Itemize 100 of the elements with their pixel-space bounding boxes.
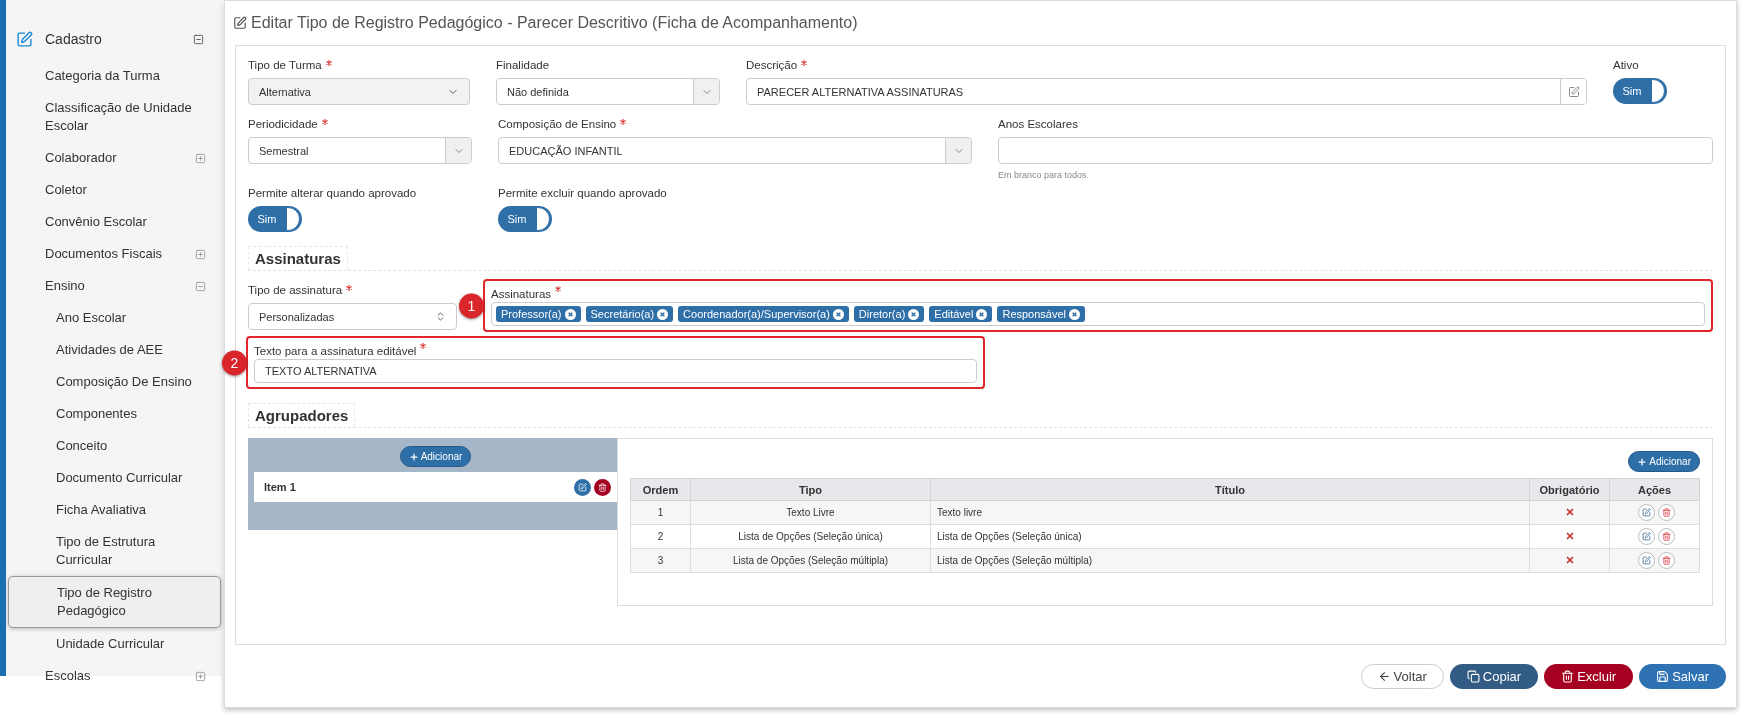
column-header: Ações bbox=[1609, 478, 1700, 501]
sidebar-item[interactable]: Convênio Escolar bbox=[6, 206, 220, 238]
sidebar-item[interactable]: Tipo de Registro Pedagógico bbox=[8, 576, 221, 628]
remove-icon[interactable] bbox=[908, 308, 920, 320]
sidebar-item[interactable]: Documento Curricular bbox=[6, 462, 220, 494]
sidebar-item[interactable]: Escolas bbox=[6, 660, 220, 692]
trash-icon bbox=[1661, 508, 1671, 517]
sidebar-item[interactable]: Colaborador bbox=[6, 142, 220, 174]
edit-icon bbox=[16, 30, 33, 48]
remove-icon[interactable] bbox=[832, 308, 844, 320]
tags-field[interactable]: Professor(a) Secretário(a) Coordenador(a)/Supervisor(a) Diretor(a) Editável Responsável bbox=[491, 302, 1705, 326]
toggle-switch[interactable]: Sim bbox=[1613, 78, 1667, 104]
field-hint: Em branco para todos. bbox=[998, 170, 1091, 180]
sidebar-item[interactable]: Ano Escolar bbox=[6, 302, 220, 334]
table-cell: 3 bbox=[630, 548, 691, 573]
expand-icon[interactable] bbox=[195, 152, 206, 164]
add-button[interactable]: Adicionar bbox=[1628, 451, 1700, 472]
edit-button[interactable] bbox=[1637, 528, 1655, 545]
table-cell: 1 bbox=[630, 500, 691, 525]
text-field[interactable]: PARECER ALTERNATIVA ASSINATURAS bbox=[746, 78, 1587, 105]
toggle-switch[interactable]: Sim bbox=[248, 206, 302, 232]
remove-icon[interactable] bbox=[1069, 308, 1081, 320]
group-item[interactable]: Item 1 bbox=[254, 472, 617, 502]
tag: Coordenador(a)/Supervisor(a) bbox=[678, 306, 849, 322]
section-title: Agrupadores bbox=[248, 403, 356, 427]
trash-icon bbox=[598, 482, 607, 492]
sidebar-item[interactable]: Tipo de Estrutura Curricular bbox=[6, 526, 220, 576]
column-header: Tipo bbox=[690, 478, 931, 501]
column-header: Título bbox=[930, 478, 1530, 501]
edit-button[interactable] bbox=[574, 478, 591, 496]
table-cell: Lista de Opções (Seleção única) bbox=[930, 524, 1530, 549]
edit-icon bbox=[1641, 508, 1651, 517]
back-button[interactable]: Voltar bbox=[1360, 663, 1444, 689]
table-cell: Texto Livre bbox=[690, 500, 931, 525]
text-field[interactable] bbox=[998, 137, 1713, 164]
sidebar-item[interactable]: Ficha Avaliativa bbox=[6, 494, 220, 526]
edit-button[interactable] bbox=[1637, 552, 1655, 569]
callout-number: 1 bbox=[459, 293, 484, 318]
sidebar-item[interactable]: Atividades de AEE bbox=[6, 334, 220, 366]
field-label: Tipo de assinatura bbox=[248, 283, 457, 298]
page-title: Editar Tipo de Registro Pedagógico - Parecer Descritivo (Ficha de Acompanhamento) bbox=[251, 14, 858, 32]
edit-button[interactable] bbox=[1637, 504, 1655, 521]
sidebar-item[interactable]: Componentes bbox=[6, 398, 220, 430]
sidebar-item[interactable]: Categoria da Turma bbox=[6, 60, 220, 92]
remove-icon[interactable] bbox=[564, 308, 576, 320]
save-button[interactable]: Salvar bbox=[1639, 663, 1726, 689]
copy-button[interactable]: Copiar bbox=[1449, 663, 1539, 689]
sidebar-item[interactable]: Classificação de Unidade Escolar bbox=[6, 92, 220, 142]
collapse-icon[interactable] bbox=[195, 280, 206, 292]
toggle-switch[interactable]: Sim bbox=[498, 206, 552, 232]
sidebar-section-title[interactable]: Cadastro bbox=[45, 31, 193, 47]
add-button[interactable]: Adicionar bbox=[399, 446, 472, 467]
remove-icon[interactable] bbox=[976, 308, 988, 320]
edit-icon bbox=[578, 482, 587, 492]
section-title: Assinaturas bbox=[248, 246, 348, 270]
column-header: Ordem bbox=[630, 478, 691, 501]
trash-icon bbox=[1561, 669, 1575, 683]
plus-icon bbox=[408, 451, 419, 462]
arrow-left-icon bbox=[1377, 669, 1391, 683]
field-label: Finalidade bbox=[496, 58, 551, 73]
sidebar-item[interactable]: Coletor bbox=[6, 174, 220, 206]
tag: Editável bbox=[929, 306, 993, 322]
field-label: Descrição bbox=[746, 58, 1587, 73]
field-label: Permite alterar quando aprovado bbox=[248, 186, 418, 201]
table-cell: 2 bbox=[630, 524, 691, 549]
field-label: Anos Escolares bbox=[998, 117, 1079, 132]
select-field[interactable]: Semestral bbox=[248, 137, 472, 164]
field-label: Composição de Ensino bbox=[498, 117, 972, 132]
field-label: Ativo bbox=[1613, 58, 1640, 73]
column-header: Obrigatório bbox=[1529, 478, 1610, 501]
edit-icon bbox=[1641, 532, 1651, 541]
tag: Professor(a) bbox=[496, 306, 581, 322]
table-cell: Lista de Opções (Seleção única) bbox=[690, 524, 931, 549]
sidebar-item[interactable]: Ensino bbox=[6, 270, 220, 302]
tag: Secretário(a) bbox=[585, 306, 674, 322]
field-label: Periodicidade bbox=[248, 117, 472, 132]
trash-icon bbox=[1661, 532, 1671, 541]
expand-icon[interactable] bbox=[195, 670, 206, 682]
plus-icon bbox=[1637, 456, 1648, 467]
select-field[interactable]: Não definida bbox=[496, 78, 720, 105]
select-field[interactable]: Personalizadas bbox=[248, 303, 457, 330]
sidebar-item[interactable]: Unidade Curricular bbox=[6, 628, 220, 660]
delete-button[interactable] bbox=[594, 478, 611, 496]
sidebar-item[interactable]: Conceito bbox=[6, 430, 220, 462]
trash-icon bbox=[1661, 556, 1671, 565]
table-cell: Lista de Opções (Seleção múltipla) bbox=[690, 548, 931, 573]
sidebar-item[interactable]: Documentos Fiscais bbox=[6, 238, 220, 270]
copy-icon bbox=[1466, 669, 1480, 683]
sidebar-item[interactable]: Composição De Ensino bbox=[6, 366, 220, 398]
remove-icon[interactable] bbox=[657, 308, 669, 320]
select-field[interactable]: EDUCAÇÃO INFANTIL bbox=[498, 137, 972, 164]
text-field[interactable]: TEXTO ALTERNATIVA bbox=[254, 359, 977, 383]
expand-icon[interactable] bbox=[195, 248, 206, 260]
tag: Responsável bbox=[997, 306, 1086, 322]
delete-button[interactable]: Excluir bbox=[1544, 663, 1634, 689]
field-label: Permite excluir quando aprovado bbox=[498, 186, 668, 201]
up-down-icon bbox=[435, 311, 446, 322]
collapse-icon[interactable] bbox=[193, 33, 204, 45]
edit-icon[interactable] bbox=[1567, 85, 1580, 98]
edit-icon bbox=[1641, 556, 1651, 565]
